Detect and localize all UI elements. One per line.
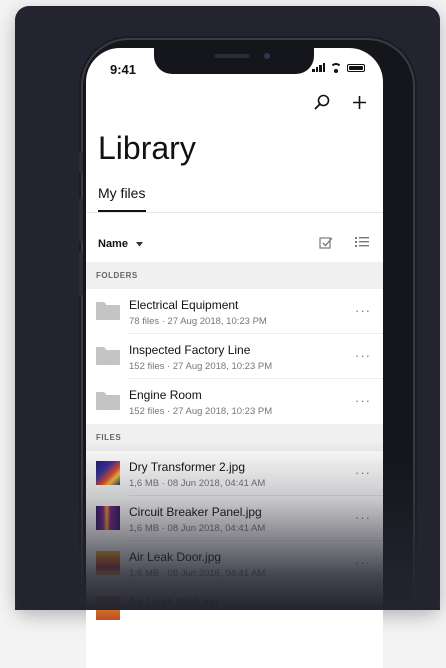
file-name: Circuit Breaker Panel.jpg — [129, 505, 262, 519]
folder-row[interactable]: Engine Room 152 files · 27 Aug 2018, 10:… — [86, 379, 383, 424]
more-options-button[interactable]: ··· — [355, 555, 371, 570]
checkbox-icon[interactable] — [319, 236, 333, 250]
folder-meta: 78 files · 27 Aug 2018, 10:23 PM — [129, 316, 267, 327]
tab-my-files[interactable]: My files — [98, 185, 145, 201]
folder-icon — [96, 299, 120, 323]
search-icon[interactable] — [314, 94, 330, 110]
battery-icon — [347, 64, 365, 72]
more-options-button[interactable]: ··· — [355, 510, 371, 525]
file-name: Air Leak Door.jpg — [129, 550, 222, 564]
mute-switch — [79, 152, 83, 174]
signal-icon — [312, 63, 325, 72]
file-meta: 1,6 MB · 08 Jun 2018, 04:41 AM — [129, 523, 266, 534]
file-row[interactable]: Air Leak Door.jpg 1,6 MB · 08 Jun 2018, … — [86, 541, 383, 586]
notch — [154, 48, 314, 74]
file-meta: 1,6 MB · 08 Jun 2018, 04:41 AM — [129, 478, 266, 489]
chevron-down-icon — [135, 241, 143, 246]
front-camera — [264, 53, 270, 59]
folder-name: Inspected Factory Line — [129, 343, 251, 357]
view-controls — [319, 236, 369, 250]
more-options-button[interactable]: ··· — [355, 393, 371, 408]
folder-meta: 152 files · 27 Aug 2018, 10:23 PM — [129, 361, 273, 372]
folder-name: Electrical Equipment — [129, 298, 239, 312]
folder-row[interactable]: Electrical Equipment 78 files · 27 Aug 2… — [86, 289, 383, 334]
folder-meta: 152 files · 27 Aug 2018, 10:23 PM — [129, 406, 273, 417]
thermal-image-thumbnail — [96, 461, 120, 485]
more-options-button[interactable]: ··· — [355, 348, 371, 363]
sort-label: Name — [98, 238, 128, 250]
list-view-icon[interactable] — [355, 236, 369, 248]
volume-down-button — [79, 252, 83, 296]
file-name: Air Leak Wall.jpg — [129, 595, 219, 609]
file-name: Dry Transformer 2.jpg — [129, 460, 246, 474]
status-time: 9:41 — [110, 62, 137, 77]
wifi-icon — [330, 63, 342, 73]
file-row[interactable]: Circuit Breaker Panel.jpg 1,6 MB · 08 Ju… — [86, 496, 383, 541]
file-row[interactable]: Air Leak Wall.jpg — [86, 586, 383, 631]
more-options-button[interactable]: ··· — [355, 465, 371, 480]
phone-screen: 9:41 Library My files Name FOLDERS Elect… — [86, 48, 383, 668]
file-meta: 1,6 MB · 08 Jun 2018, 04:41 AM — [129, 568, 266, 579]
speaker — [214, 54, 250, 58]
section-header-files: FILES — [86, 424, 383, 451]
section-header-folders: FOLDERS — [86, 262, 383, 289]
page-title: Library — [98, 130, 196, 166]
folder-icon — [96, 389, 120, 413]
file-row[interactable]: Dry Transformer 2.jpg 1,6 MB · 08 Jun 20… — [86, 451, 383, 496]
more-options-button[interactable]: ··· — [355, 303, 371, 318]
tabs-divider — [86, 212, 383, 213]
thermal-image-thumbnail — [96, 551, 120, 575]
folder-name: Engine Room — [129, 388, 202, 402]
header-actions — [314, 94, 367, 110]
plus-icon[interactable] — [352, 95, 367, 110]
folder-icon — [96, 344, 120, 368]
status-icons — [312, 63, 365, 73]
volume-up-button — [79, 198, 83, 242]
sort-dropdown[interactable]: Name — [98, 238, 143, 250]
thermal-image-thumbnail — [96, 506, 120, 530]
thermal-image-thumbnail — [96, 596, 120, 620]
folder-row[interactable]: Inspected Factory Line 152 files · 27 Au… — [86, 334, 383, 379]
